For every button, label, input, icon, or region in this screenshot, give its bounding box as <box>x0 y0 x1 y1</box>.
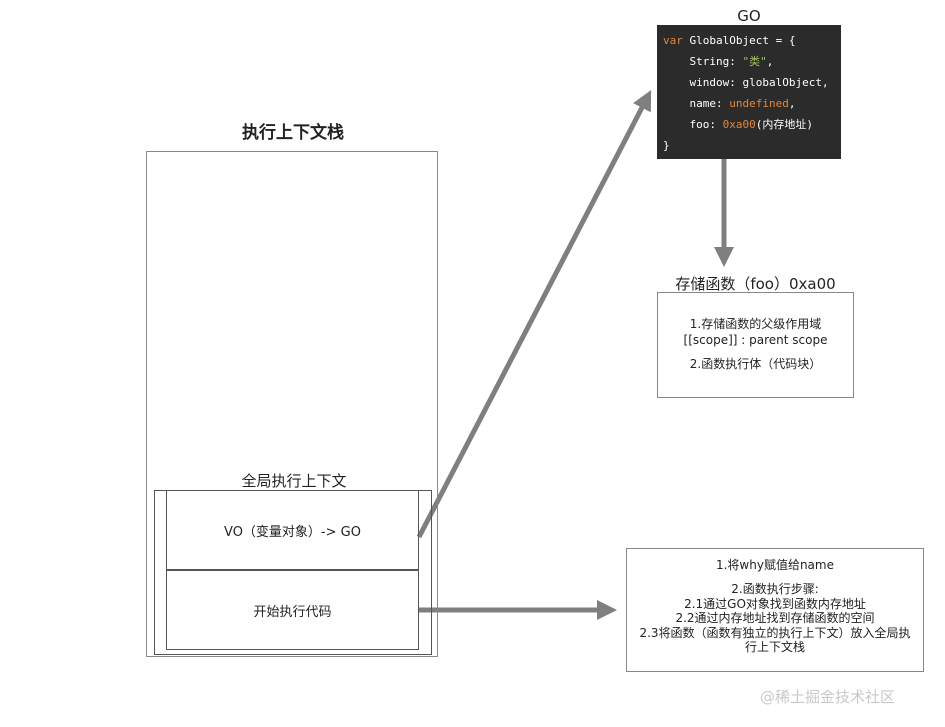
stack-title: 执行上下文栈 <box>242 123 344 143</box>
vo-box: VO（变量对象）-> GO <box>166 490 419 570</box>
code-line-4: name: undefined, <box>663 97 796 110</box>
execution-steps-box: 1.将why赋值给name 2.函数执行步骤: 2.1通过GO对象找到函数内存地… <box>626 548 924 672</box>
code-box: 开始执行代码 <box>166 570 419 650</box>
go-title: GO <box>737 7 761 25</box>
function-store-box: 1.存储函数的父级作用域 [[scope]] : parent scope 2.… <box>657 292 854 398</box>
go-code-block: var GlobalObject = { String: "类", window… <box>657 25 841 159</box>
function-store-title: 存储函数（foo）0xa00 <box>675 275 836 293</box>
vo-label: VO（变量对象）-> GO <box>224 524 361 540</box>
store-line-2: [[scope]] : parent scope <box>683 333 828 347</box>
steps-line-1: 1.将why赋值给name <box>715 558 834 572</box>
steps-line-4: 2.2通过内存地址找到存储函数的空间 <box>675 611 875 626</box>
vo-to-go-arrow <box>416 90 652 539</box>
global-context-title: 全局执行上下文 <box>241 472 347 490</box>
steps-line-6: 行上下文栈 <box>744 640 805 655</box>
steps-line-2: 2.函数执行步骤: <box>731 582 819 597</box>
code-line-3: window: globalObject, <box>663 76 829 89</box>
watermark: @稀土掘金技术社区 <box>760 688 896 706</box>
store-line-3: 2.函数执行体（代码块） <box>689 357 822 371</box>
code-label: 开始执行代码 <box>253 604 332 620</box>
code-line-2: String: "类", <box>663 55 774 68</box>
code-line-6: } <box>663 139 670 152</box>
steps-line-3: 2.1通过GO对象找到函数内存地址 <box>684 596 866 611</box>
code-line-1: var GlobalObject = { <box>663 34 796 47</box>
store-line-1: 1.存储函数的父级作用域 <box>689 317 822 331</box>
steps-line-5: 2.3将函数（函数有独立的执行上下文）放入全局执 <box>639 625 911 640</box>
code-line-5: foo: 0xa00(内存地址) <box>663 118 813 131</box>
